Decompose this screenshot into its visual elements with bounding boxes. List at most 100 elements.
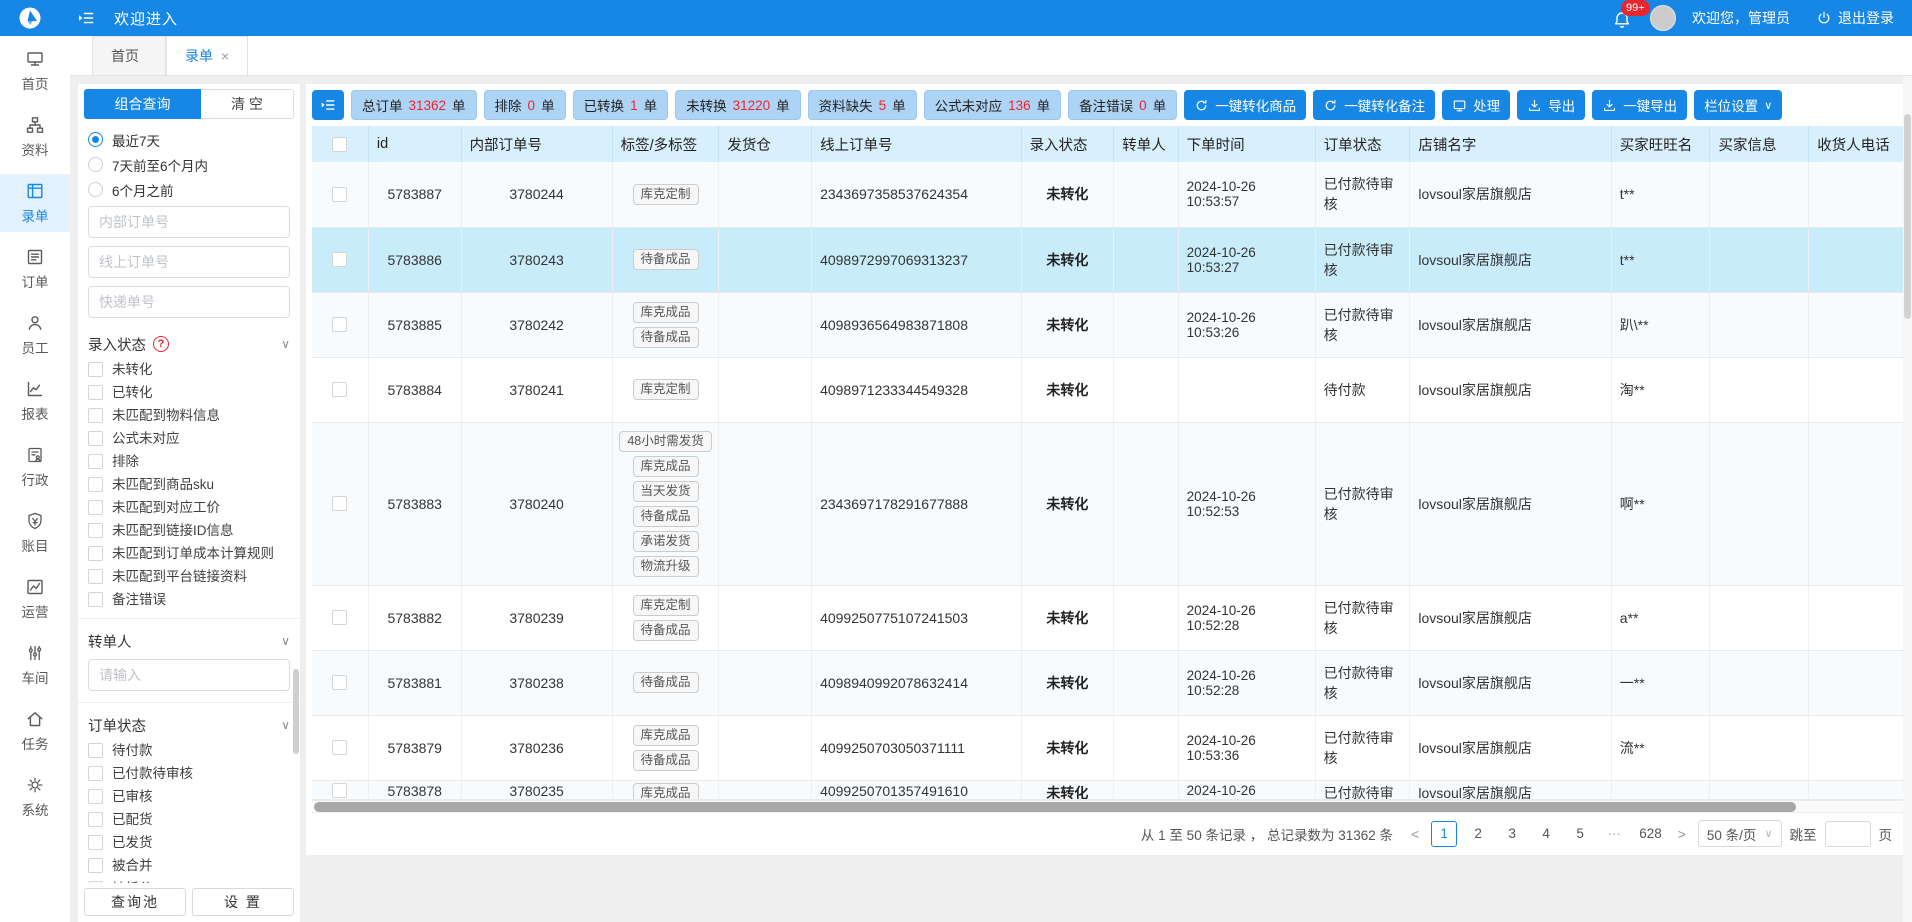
filter-scrollbar[interactable]	[293, 669, 299, 754]
stat-badge[interactable]: 总订单 31362 单	[351, 90, 477, 120]
row-checkbox[interactable]	[332, 675, 347, 690]
logout-button[interactable]: 退出登录	[1816, 8, 1894, 28]
row-checkbox[interactable]	[332, 783, 347, 798]
page-number[interactable]: 3	[1499, 821, 1525, 847]
combined-query-button[interactable]: 组合查询	[84, 89, 201, 119]
toolbar-action-button[interactable]: 一键转化备注	[1313, 90, 1435, 120]
page-number[interactable]: 4	[1533, 821, 1559, 847]
chevron-down-icon[interactable]: ∨	[281, 337, 290, 351]
cell-buyer-wangwang: 淘**	[1620, 380, 1702, 400]
stat-badge[interactable]: 排除 0 单	[484, 90, 566, 120]
entry-status-checkbox[interactable]: 未匹配到对应工价	[88, 496, 290, 519]
stat-badge[interactable]: 公式未对应 136 单	[924, 90, 1062, 120]
sidebar-item[interactable]: 录单	[0, 174, 70, 232]
entry-status-checkbox[interactable]: 排除	[88, 450, 290, 473]
page-number[interactable]: 5	[1567, 821, 1593, 847]
page-number[interactable]: 1	[1431, 821, 1457, 847]
query-pool-button[interactable]: 查询池	[84, 888, 186, 916]
next-page-button[interactable]: >	[1674, 826, 1690, 842]
chevron-down-icon[interactable]: ∨	[281, 634, 290, 648]
pagination: 从 1 至 50 条记录 ， 总记录数为 31362 条 < 12345···6…	[312, 813, 1906, 855]
chevron-down-icon[interactable]: ∨	[281, 718, 290, 732]
order-number-input[interactable]	[88, 246, 290, 278]
radio-icon	[88, 157, 103, 172]
toolbar-action-button[interactable]: 处理	[1442, 90, 1510, 120]
sidebar-item[interactable]: 资料	[0, 108, 70, 166]
tag-chip: 待备成品	[633, 506, 699, 527]
entry-status-checkbox[interactable]: 未匹配到平台链接资料	[88, 565, 290, 588]
stat-badge[interactable]: 备注错误 0 单	[1068, 90, 1177, 120]
sidebar-item[interactable]: 员工	[0, 306, 70, 364]
sidebar-item[interactable]: 首页	[0, 42, 70, 100]
help-icon[interactable]: ?	[153, 336, 169, 352]
entry-status-checkbox[interactable]: 未匹配到商品sku	[88, 473, 290, 496]
row-checkbox[interactable]	[332, 610, 347, 625]
user-greeting: 欢迎您，管理员	[1692, 8, 1790, 28]
stat-badge[interactable]: 未转换 31220 单	[675, 90, 801, 120]
stat-badge[interactable]: 已转换 1 单	[573, 90, 669, 120]
checkbox-icon	[88, 546, 103, 561]
prev-page-button[interactable]: <	[1407, 826, 1423, 842]
filter-settings-button[interactable]: 设 置	[192, 888, 294, 916]
jump-page-input[interactable]	[1825, 821, 1871, 847]
entry-status-checkbox[interactable]: 未匹配到订单成本计算规则	[88, 542, 290, 565]
page-size-select[interactable]: 50 条/页 ∨	[1698, 820, 1782, 847]
sidebar-item[interactable]: 任务	[0, 702, 70, 760]
cell-shop-name: lovsoul家居旗舰店	[1418, 380, 1602, 400]
order-number-input[interactable]	[88, 206, 290, 238]
column-header: 买家旺旺名	[1611, 126, 1710, 162]
collapse-menu-icon[interactable]	[76, 8, 96, 28]
sidebar-item[interactable]: 系统	[0, 768, 70, 826]
column-header: 下单时间	[1178, 126, 1315, 162]
transfer-person-input[interactable]	[88, 659, 290, 691]
select-all-checkbox[interactable]	[332, 137, 347, 152]
sidebar-item[interactable]: 行政	[0, 438, 70, 496]
order-status-checkbox[interactable]: 已付款待审核	[88, 762, 290, 785]
order-status-checkbox[interactable]: 已配货	[88, 808, 290, 831]
page-number[interactable]: ···	[1601, 821, 1627, 847]
toolbar-action-button[interactable]: 栏位设置 ∨	[1694, 90, 1782, 120]
entry-status-checkbox[interactable]: 未匹配到物料信息	[88, 404, 290, 427]
entry-status-checkbox[interactable]: 公式未对应	[88, 427, 290, 450]
sidebar-item[interactable]: 报表	[0, 372, 70, 430]
row-checkbox[interactable]	[332, 740, 347, 755]
date-range-radio[interactable]: 最近7天	[88, 127, 290, 152]
toggle-filter-button[interactable]	[312, 90, 344, 120]
sidebar-item[interactable]: 车间	[0, 636, 70, 694]
stat-label: 未转换	[686, 95, 727, 115]
row-checkbox[interactable]	[332, 382, 347, 397]
order-status-checkbox[interactable]: 被合并	[88, 854, 290, 877]
page-number[interactable]: 628	[1635, 821, 1666, 847]
toolbar-action-button[interactable]: 一键转化商品	[1184, 90, 1306, 120]
stat-badge[interactable]: 资料缺失 5 单	[808, 90, 917, 120]
entry-status-checkbox[interactable]: 备注错误	[88, 588, 290, 611]
row-checkbox[interactable]	[332, 496, 347, 511]
row-checkbox[interactable]	[332, 187, 347, 202]
entry-status-checkbox[interactable]: 未匹配到链接ID信息	[88, 519, 290, 542]
sidebar-item[interactable]: 订单	[0, 240, 70, 298]
row-checkbox[interactable]	[332, 317, 347, 332]
toolbar-action-button[interactable]: 导出	[1517, 90, 1585, 120]
tab[interactable]: 录单 ×	[166, 36, 248, 75]
vertical-scrollbar-thumb[interactable]	[1904, 114, 1911, 319]
order-status-checkbox[interactable]: 已审核	[88, 785, 290, 808]
horizontal-scrollbar-thumb[interactable]	[314, 802, 1796, 812]
order-status-checkbox[interactable]: 待付款	[88, 739, 290, 762]
entry-status-checkbox[interactable]: 未转化	[88, 358, 290, 381]
sidebar-item[interactable]: 账目	[0, 504, 70, 562]
notification-bell[interactable]: 99+	[1612, 7, 1634, 29]
page-number[interactable]: 2	[1465, 821, 1491, 847]
row-checkbox[interactable]	[332, 252, 347, 267]
date-range-radio[interactable]: 7天前至6个月内	[88, 152, 290, 177]
order-number-input[interactable]	[88, 286, 290, 318]
sidebar-item[interactable]: 运营	[0, 570, 70, 628]
cell-internal-order-no: 3780241	[470, 382, 604, 398]
clear-button[interactable]: 清 空	[201, 89, 294, 119]
date-range-radio[interactable]: 6个月之前	[88, 177, 290, 202]
entry-status-checkbox[interactable]: 已转化	[88, 381, 290, 404]
order-status-checkbox[interactable]: 已发货	[88, 831, 290, 854]
tab[interactable]: 首页	[92, 36, 166, 75]
tab-close-icon[interactable]: ×	[221, 48, 229, 64]
avatar[interactable]	[1650, 5, 1676, 31]
toolbar-action-button[interactable]: 一键导出	[1592, 90, 1687, 120]
